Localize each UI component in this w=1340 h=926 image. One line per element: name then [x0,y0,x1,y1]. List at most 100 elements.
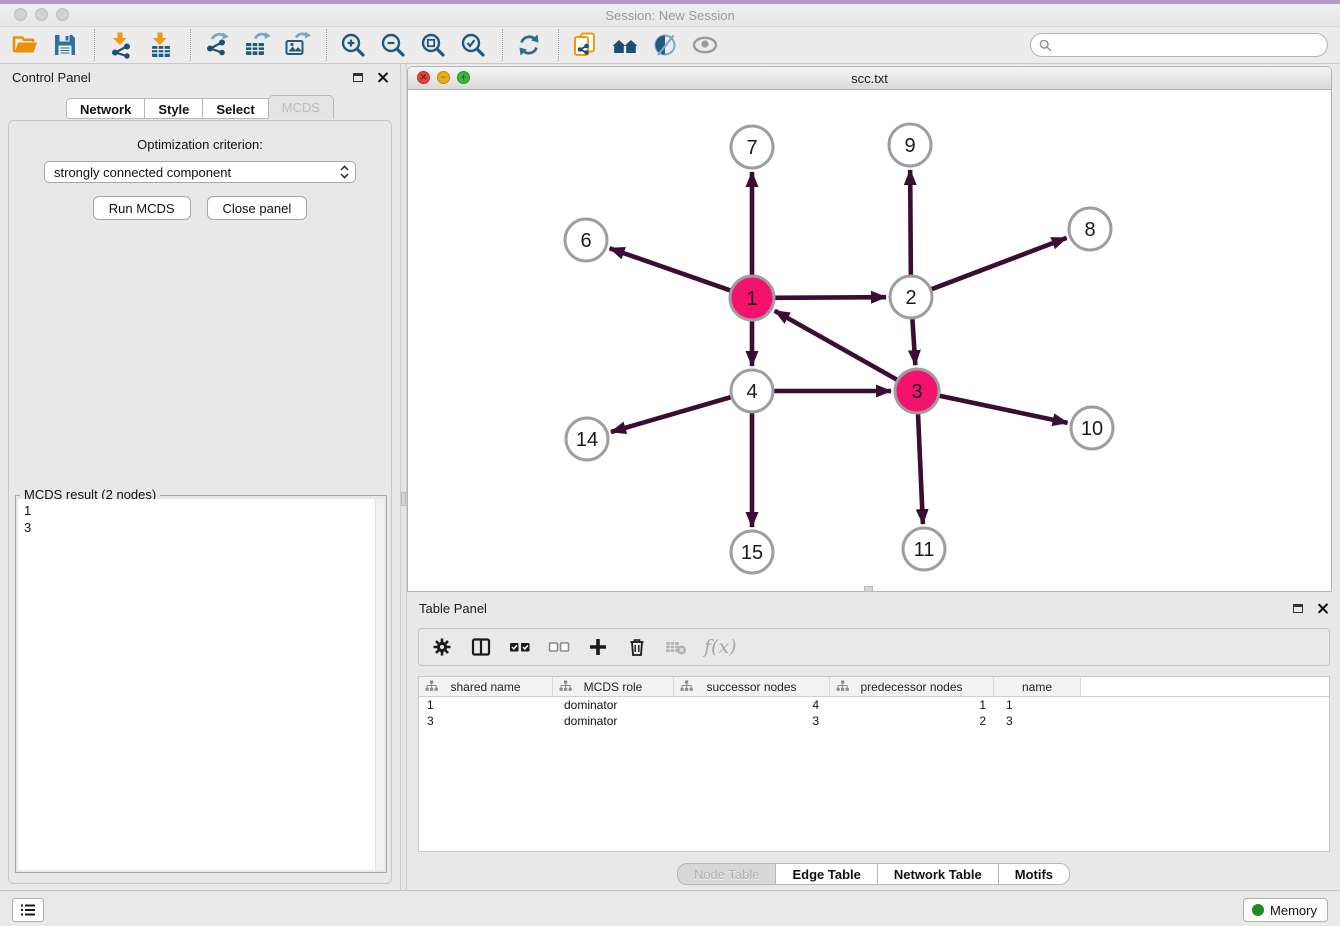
close-panel-icon[interactable] [377,72,388,83]
column-header-name[interactable]: name [994,677,1081,696]
graph-node-label: 8 [1084,219,1095,241]
tab-node-table[interactable]: Node Table [677,863,777,885]
control-panel: Control Panel NetworkStyleSelectMCDS Opt… [0,64,400,890]
close-table-panel-icon[interactable] [1317,603,1328,614]
save-session-button[interactable] [50,30,80,60]
zoom-in-button[interactable] [338,30,368,60]
tab-select[interactable]: Select [202,98,268,119]
clone-network-icon [571,31,599,59]
mcds-result-text[interactable]: 13 [18,499,384,870]
search-field[interactable] [1030,33,1328,57]
network-window-controls[interactable]: ✕ − + [417,71,470,84]
table-cell[interactable]: 3 [674,714,830,728]
tab-network[interactable]: Network [66,98,145,119]
toolbar-separator [558,29,560,61]
tab-style[interactable]: Style [144,98,203,119]
table-panel-title: Table Panel [419,601,487,616]
export-image-button[interactable] [282,30,312,60]
graph-node-label: 6 [580,230,591,252]
deselect-all-icon [548,637,570,657]
close-window-button[interactable] [14,8,27,21]
maximize-view-button[interactable]: + [457,71,470,84]
import-table-button[interactable] [146,30,176,60]
graph-node-label: 7 [746,137,757,159]
table-mode-gear-button[interactable] [431,635,453,659]
import-network-button[interactable] [106,30,136,60]
table-cell[interactable]: 2 [830,714,994,728]
memory-status-icon [1252,904,1264,916]
network-graph-canvas[interactable]: 7968124314101511 [408,89,1331,591]
tab-network-table[interactable]: Network Table [877,863,999,885]
edge-3-1[interactable] [775,311,897,380]
table-cell[interactable]: dominator [553,698,674,712]
minimize-view-button[interactable]: − [437,71,450,84]
column-label: name [1022,680,1052,694]
table-cell[interactable]: dominator [553,714,674,728]
node-table[interactable]: shared name MCDS rolesuccessor nodesprede… [418,676,1330,852]
table-row[interactable]: 3dominator323 [419,713,1329,729]
minimize-window-button[interactable] [35,8,48,21]
edge-2-8[interactable] [932,238,1067,289]
column-label: shared name [450,680,520,694]
search-input[interactable] [1057,35,1327,55]
splitter-grip[interactable] [401,492,406,506]
edge-2-9[interactable] [910,170,911,275]
status-bar: Memory [0,890,1340,926]
zoom-selected-button[interactable] [458,30,488,60]
table-cell[interactable]: 3 [994,714,1081,728]
tab-edge-table[interactable]: Edge Table [775,863,877,885]
tab-motifs[interactable]: Motifs [998,863,1070,885]
export-table-button[interactable] [242,30,272,60]
table-cell[interactable]: 4 [674,698,830,712]
tab-mcds[interactable]: MCDS [268,95,334,119]
column-visibility-button[interactable] [470,635,492,659]
column-header-predecessor-nodes[interactable]: predecessor nodes [830,677,994,696]
criterion-select[interactable]: strongly connected component [44,161,356,183]
add-column-button[interactable] [587,635,609,659]
run-mcds-button[interactable]: Run MCDS [93,196,191,220]
table-cell[interactable]: 3 [419,714,553,728]
edge-4-14[interactable] [611,397,731,432]
home-layout-button[interactable] [610,30,640,60]
zoom-fit-button[interactable] [418,30,448,60]
column-header-successor-nodes[interactable]: successor nodes [674,677,830,696]
task-history-button[interactable] [12,898,44,922]
column-header-shared-name[interactable]: shared name [419,677,553,696]
table-body: 1dominator4113dominator323 [419,697,1329,729]
edge-1-2[interactable] [775,297,886,298]
float-panel-icon[interactable] [353,73,363,82]
table-cell[interactable]: 1 [994,698,1081,712]
edge-2-3[interactable] [912,319,915,365]
select-all-icon [509,637,531,657]
edge-3-11[interactable] [918,414,923,524]
show-graphics-details-button[interactable] [690,30,720,60]
column-header-MCDS-role[interactable]: MCDS role [553,677,674,696]
close-panel-button[interactable]: Close panel [207,196,308,220]
style-preview-button[interactable] [650,30,680,60]
zoom-out-button[interactable] [378,30,408,60]
app-window-controls[interactable] [14,8,69,21]
table-cell[interactable]: 1 [419,698,553,712]
memory-button[interactable]: Memory [1243,898,1328,922]
edge-3-10[interactable] [940,396,1068,423]
result-scrollbar[interactable] [375,499,384,870]
close-view-button[interactable]: ✕ [417,71,430,84]
select-all-button[interactable] [509,635,531,659]
clone-network-button[interactable] [570,30,600,60]
table-row[interactable]: 1dominator411 [419,697,1329,713]
maximize-window-button[interactable] [56,8,69,21]
float-table-panel-icon[interactable] [1293,604,1303,613]
export-network-button[interactable] [202,30,232,60]
open-session-button[interactable] [10,30,40,60]
edge-1-6[interactable] [610,248,731,290]
deselect-all-button[interactable] [548,635,570,659]
delete-selected-button[interactable] [626,635,648,659]
table-cell[interactable]: 1 [830,698,994,712]
result-line: 3 [18,519,384,536]
graph-node-label: 4 [746,381,757,403]
search-icon [1039,39,1052,52]
list-icon [20,903,36,917]
refresh-button[interactable] [514,30,544,60]
zoom-out-icon [379,31,407,59]
vertical-splitter[interactable] [400,64,407,890]
